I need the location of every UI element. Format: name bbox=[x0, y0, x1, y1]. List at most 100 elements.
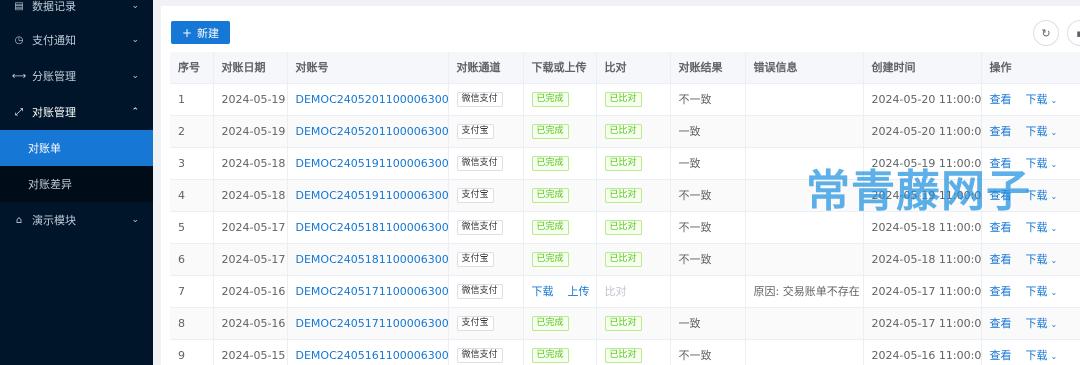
download-label: 下载 bbox=[1025, 349, 1048, 362]
cell-transfer: 已完成 bbox=[523, 243, 597, 276]
cell-date: 2024-05-18 bbox=[213, 147, 288, 180]
document-icon: ▤ bbox=[14, 0, 24, 12]
cell-id: DEMOC24051711000063000248 bbox=[287, 275, 449, 308]
status-badge: 已完成 bbox=[531, 316, 569, 331]
cell-compare: 已比对 bbox=[596, 307, 671, 340]
cell-id: DEMOC24051711000063000247 bbox=[287, 307, 449, 340]
sidebar: ▤ 数据记录 ⌄ ◷ 支付通知 ⌄ ⟷ 分账管理 ⌄ ⤢ 对账管理 ⌃ 对账单 … bbox=[0, 0, 153, 365]
header-transfer: 下载或上传 bbox=[523, 52, 597, 84]
cell-date: 2024-05-18 bbox=[213, 179, 288, 212]
statement-id-link[interactable]: DEMOC24051711000063000248 bbox=[296, 285, 448, 298]
compare-link[interactable]: 比对 bbox=[605, 285, 627, 298]
cell-id: DEMOC24052011000063000486 bbox=[287, 115, 449, 148]
cell-date: 2024-05-16 bbox=[213, 275, 288, 308]
status-badge: 已比对 bbox=[604, 188, 642, 203]
cell-id: DEMOC24052011000063000487 bbox=[287, 83, 449, 116]
view-link[interactable]: 查看 bbox=[990, 93, 1012, 106]
cell-no: 8 bbox=[170, 307, 214, 340]
table-row: 92024-05-15 DEMOC24051611000063000091 微信支付… bbox=[170, 339, 1080, 365]
channel-badge: 支付宝 bbox=[456, 188, 494, 203]
sidebar-item-demo-module[interactable]: ⌂ 演示模块 ⌄ bbox=[0, 202, 153, 238]
cell-actions: 查看 下载 ⌄ bbox=[981, 83, 1080, 116]
view-link[interactable]: 查看 bbox=[990, 285, 1012, 298]
status-badge: 已完成 bbox=[531, 220, 569, 235]
download-dropdown[interactable]: 下载 ⌄ bbox=[1026, 349, 1058, 362]
status-badge: 已比对 bbox=[604, 348, 642, 363]
view-link[interactable]: 查看 bbox=[990, 221, 1012, 234]
cell-channel: 支付宝 bbox=[448, 307, 524, 340]
download-dropdown[interactable]: 下载 ⌄ bbox=[1026, 285, 1058, 298]
table-row: 82024-05-16 DEMOC24051711000063000247 支付宝 已… bbox=[170, 307, 1080, 340]
statement-id-link[interactable]: DEMOC24051911000063000439 bbox=[296, 189, 448, 202]
sidebar-item-payment-notify[interactable]: ◷ 支付通知 ⌄ bbox=[0, 22, 153, 58]
sidebar-item-split-management[interactable]: ⟷ 分账管理 ⌄ bbox=[0, 58, 153, 94]
statement-id-link[interactable]: DEMOC24051611000063000091 bbox=[296, 349, 448, 362]
cell-date: 2024-05-17 bbox=[213, 211, 288, 244]
download-dropdown[interactable]: 下载 ⌄ bbox=[1026, 125, 1058, 138]
cell-created: 2024-05-16 11:00:00 bbox=[863, 339, 982, 365]
cell-created: 2024-05-17 11:00:00 bbox=[863, 275, 982, 308]
chevron-down-icon: ⌄ bbox=[131, 215, 139, 225]
cell-compare: 已比对 bbox=[596, 83, 671, 116]
cell-transfer: 已完成 bbox=[523, 83, 597, 116]
download-dropdown[interactable]: 下载 ⌄ bbox=[1026, 253, 1058, 266]
cell-compare: 比对 bbox=[596, 275, 671, 308]
cell-no: 6 bbox=[170, 243, 214, 276]
statement-id-link[interactable]: DEMOC24051811000063000384 bbox=[296, 221, 448, 234]
sidebar-item-reconcile-management[interactable]: ⤢ 对账管理 ⌃ bbox=[0, 94, 153, 130]
cell-compare: 已比对 bbox=[596, 243, 671, 276]
status-badge: 已完成 bbox=[531, 92, 569, 107]
view-link[interactable]: 查看 bbox=[990, 253, 1012, 266]
new-button[interactable]: + 新建 bbox=[171, 21, 230, 44]
cell-date: 2024-05-16 bbox=[213, 307, 288, 340]
view-link[interactable]: 查看 bbox=[990, 317, 1012, 330]
upload-link[interactable]: 上传 bbox=[568, 285, 590, 298]
header-created: 创建时间 bbox=[863, 52, 982, 84]
channel-badge: 微信支付 bbox=[456, 284, 503, 299]
download-label: 下载 bbox=[1025, 317, 1048, 330]
status-badge: 已完成 bbox=[531, 124, 569, 139]
statement-id-link[interactable]: DEMOC24052011000063000486 bbox=[296, 125, 448, 138]
cell-channel: 支付宝 bbox=[448, 243, 524, 276]
cell-compare: 已比对 bbox=[596, 115, 671, 148]
statement-id-link[interactable]: DEMOC24052011000063000487 bbox=[296, 93, 448, 106]
sidebar-item-label: 支付通知 bbox=[32, 34, 76, 47]
download-link[interactable]: 下载 bbox=[532, 285, 554, 298]
table-row: 72024-05-16 DEMOC24051711000063000248 微信支付… bbox=[170, 275, 1080, 308]
refresh-button[interactable]: ↻ bbox=[1033, 20, 1059, 46]
plus-icon: + bbox=[181, 25, 193, 40]
download-label: 下载 bbox=[1025, 125, 1048, 138]
header-id: 对账号 bbox=[287, 52, 449, 84]
channel-badge: 支付宝 bbox=[456, 252, 494, 267]
cell-error: 原因: 交易账单不存在 bbox=[745, 275, 864, 308]
channel-badge: 微信支付 bbox=[456, 156, 503, 171]
chevron-down-icon: ⌄ bbox=[1050, 224, 1058, 233]
cell-created: 2024-05-20 11:00:00 bbox=[863, 115, 982, 148]
cell-channel: 微信支付 bbox=[448, 275, 524, 308]
chevron-down-icon: ⌄ bbox=[1050, 320, 1058, 329]
download-dropdown[interactable]: 下载 ⌄ bbox=[1026, 317, 1058, 330]
view-link[interactable]: 查看 bbox=[990, 349, 1012, 362]
columns-button[interactable]: ▪ bbox=[1067, 20, 1080, 46]
statement-id-link[interactable]: DEMOC24051811000063000383 bbox=[296, 253, 448, 266]
chevron-down-icon: ⌄ bbox=[131, 35, 139, 45]
cell-id: DEMOC24051811000063000384 bbox=[287, 211, 449, 244]
refresh-icon: ↻ bbox=[1041, 26, 1051, 40]
sidebar-item-statement[interactable]: 对账单 bbox=[0, 130, 153, 166]
statement-id-link[interactable]: DEMOC24051711000063000247 bbox=[296, 317, 448, 330]
download-dropdown[interactable]: 下载 ⌄ bbox=[1026, 221, 1058, 234]
status-badge: 已完成 bbox=[531, 156, 569, 171]
statement-id-link[interactable]: DEMOC24051911000063000440 bbox=[296, 157, 448, 170]
cell-created: 2024-05-18 11:00:00 bbox=[863, 243, 982, 276]
sidebar-item-data-records[interactable]: ▤ 数据记录 ⌄ bbox=[0, 0, 153, 24]
sidebar-item-label: 演示模块 bbox=[32, 214, 76, 227]
status-badge: 已比对 bbox=[604, 156, 642, 171]
header-actions: 操作 bbox=[981, 52, 1080, 84]
view-link[interactable]: 查看 bbox=[990, 125, 1012, 138]
cell-result: 不一致 bbox=[670, 339, 746, 365]
sidebar-item-reconcile-diff[interactable]: 对账差异 bbox=[0, 166, 153, 202]
cell-no: 4 bbox=[170, 179, 214, 212]
cell-created: 2024-05-17 11:00:00 bbox=[863, 307, 982, 340]
download-dropdown[interactable]: 下载 ⌄ bbox=[1026, 93, 1058, 106]
cell-result bbox=[670, 275, 746, 308]
